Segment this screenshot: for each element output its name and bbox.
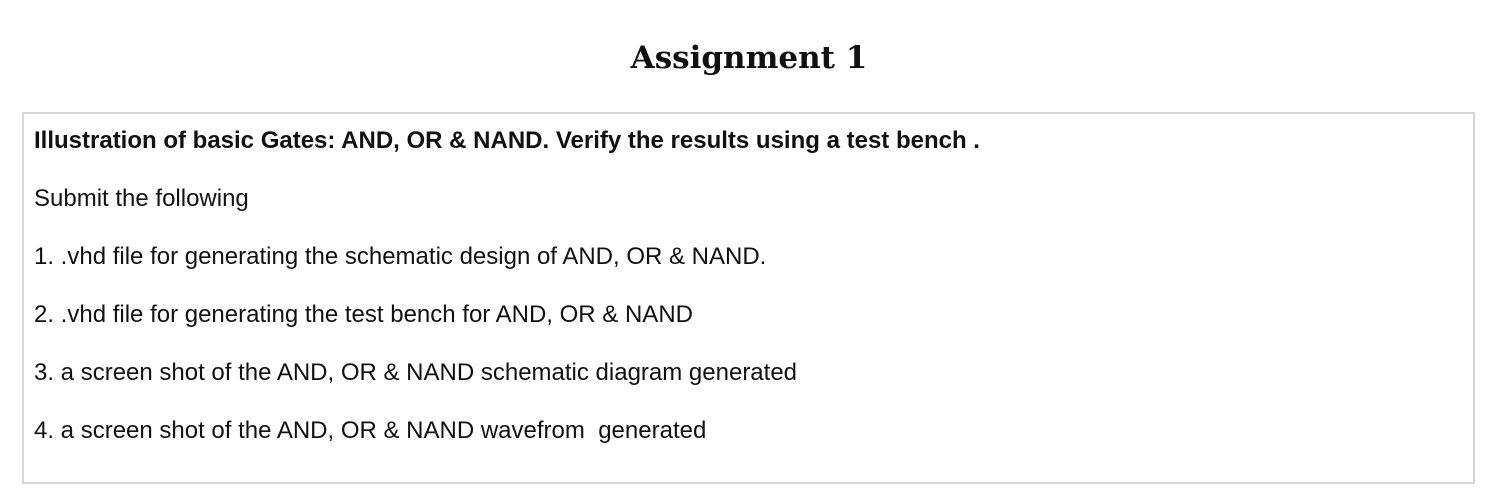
submission-item-4: 4. a screen shot of the AND, OR & NAND w… <box>34 417 707 444</box>
assignment-description-box: Illustration of basic Gates: AND, OR & N… <box>22 112 1475 484</box>
submission-item-2: 2. .vhd file for generating the test ben… <box>34 301 693 328</box>
assignment-intro: Illustration of basic Gates: AND, OR & N… <box>34 127 980 154</box>
submit-heading: Submit the following <box>34 185 249 212</box>
submission-item-3: 3. a screen shot of the AND, OR & NAND s… <box>34 359 798 386</box>
submission-item-1: 1. .vhd file for generating the schemati… <box>34 243 767 270</box>
page-title: Assignment 1 <box>630 40 868 76</box>
